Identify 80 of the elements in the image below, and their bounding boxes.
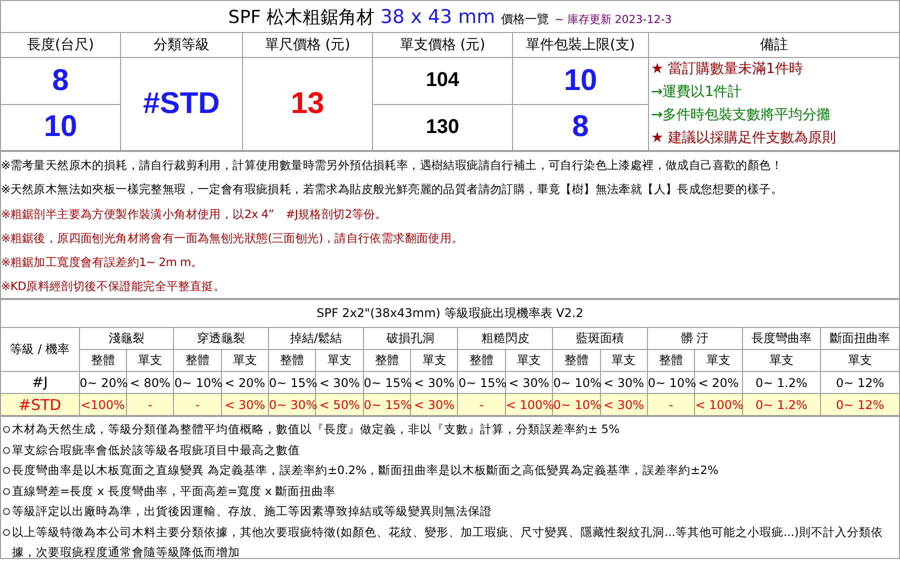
- defect-header: 髒 汙: [647, 328, 742, 350]
- sub-header: 整體: [363, 350, 411, 372]
- table-cell: 0~ 30%: [268, 394, 316, 416]
- table-cell: -: [174, 394, 222, 416]
- unit-price-cell: 13: [242, 58, 372, 150]
- table-cell: -: [458, 394, 506, 416]
- bullet-icon: [3, 508, 10, 515]
- sub-header: 整體: [174, 350, 222, 372]
- note-text: ※天然原木無法如夾板一樣完整無瑕，一定會有瑕疵損耗，若需求為貼皮般光鮮亮麗的品質者請勿訂購，畢竟【樹】無法牽就【人】長成您想要的樣子。: [1, 181, 784, 198]
- column-header: 備註: [648, 32, 900, 58]
- bullet-icon: [3, 488, 10, 494]
- defect-header: 淺龜裂: [79, 328, 174, 350]
- column-header: 長度(台尺): [0, 32, 120, 58]
- grade-cell: #STD: [120, 58, 242, 150]
- corner-header: 等級 / 機率: [0, 328, 80, 372]
- table-cell: 0~ 1.2%: [742, 394, 821, 416]
- column-header: 單支價格 (元): [372, 32, 512, 58]
- table-cell: 0~ 10%: [552, 394, 600, 416]
- defect-header: 掉結/鬆結: [268, 328, 364, 350]
- sub-header: 單支: [221, 350, 269, 372]
- footnote-text: 以上等級特徵為本公司木料主要分類依據，其他次要瑕疵特徵(如顏色、花紋、變形、加工瑕疵、尺寸變異、隱藏性裂紋孔洞...等其他可能之小瑕疵...)則不計入分類依據，次要瑕疵程度通常會隨等級降低而增加: [12, 524, 884, 561]
- footnote-text: 直線彎差=長度 x 長度彎曲率，平面高差=寬度 x 斷面扭曲率: [12, 482, 337, 500]
- note-text: ※粗鋸剖半主要為方便製作裝潢小角材使用，以2x 4” #J規格剖切2等份。: [1, 206, 388, 223]
- sub-header: 單支: [742, 350, 821, 372]
- column-header: 單尺價格 (元): [242, 32, 372, 58]
- column-header: 單件包裝上限(支): [512, 32, 648, 58]
- sub-header: 整體: [647, 350, 695, 372]
- remark-text: ★ 當訂購數量未滿1件時: [651, 60, 804, 79]
- bullet-icon: [3, 446, 10, 454]
- sub-header: 單支: [410, 350, 458, 372]
- table-cell: 0~ 12%: [820, 394, 900, 416]
- remark-text: →運費以1件計: [651, 83, 743, 102]
- table-cell: < 30%: [221, 394, 269, 416]
- remark-text: ★ 建議以採購足件支數為原則: [651, 129, 838, 148]
- footnote-text: 木材為天然生成，等級分類僅為整體平均值概略，數值以『長度』做定義，非以『支數』計算，分類誤差率約± 5%: [12, 421, 621, 438]
- length-cell: 10: [0, 104, 120, 150]
- sub-header: 單支: [316, 350, 364, 372]
- table-cell: -: [126, 394, 174, 416]
- pack-limit-cell: 10: [512, 58, 648, 104]
- table-cell: <100%: [79, 394, 126, 416]
- footnote-text: 單支綜合瑕疵率會低於該等級各瑕疵項目中最高之數值: [12, 442, 301, 458]
- table-cell: < 30%: [410, 394, 458, 416]
- sub-header: 單支: [600, 350, 648, 372]
- sub-header: 單支: [126, 350, 174, 372]
- sub-header: 單支: [820, 350, 900, 372]
- note-text: ※需考量天然原木的損耗，請自行裁剪利用，計算使用數量時需另外預估損耗率，遇樹結瑕疵請自行補土，可自行染色上漆處裡，做成自己喜歡的顏色！: [1, 157, 784, 174]
- sub-header: 單支: [505, 350, 553, 372]
- bullet-icon: [3, 528, 10, 536]
- price-table-title: SPF 松木粗鋸角材 38 x 43 mm 價格一覽 ~ 庫存更新 2023-12-3: [0, 0, 900, 32]
- length-cell: 8: [0, 58, 120, 104]
- note-text: ※粗鋸加工寬度會有誤差約1~ 2m m。: [1, 254, 204, 272]
- defect-header: 藍斑面積: [552, 328, 648, 350]
- column-header: 分類等級: [120, 32, 242, 58]
- piece-price-cell: 130: [372, 104, 512, 150]
- bullet-icon: [3, 426, 10, 433]
- defect-header: 斷面扭曲率: [820, 328, 900, 350]
- remark-text: →多件時包裝支數將平均分攤: [651, 106, 832, 125]
- table-cell: < 100%: [505, 394, 553, 416]
- grade-cell: #STD: [0, 394, 80, 416]
- bullet-icon: [3, 467, 10, 474]
- defect-header: 粗糙閃皮: [458, 328, 553, 350]
- sub-header: 整體: [79, 350, 126, 372]
- defect-header: 長度彎曲率: [742, 328, 821, 350]
- sub-header: 整體: [458, 350, 506, 372]
- footnote-text: 長度彎曲率是以木板寬面之直線變異 為定義基準，誤差率約±0.2%，斷面扭曲率是以木板斷面之高低變異為定義基準，誤差率約±2%: [12, 462, 720, 479]
- note-text: ※KD原料經剖切後不保證能完全平整直挺。: [1, 278, 226, 296]
- defect-header: 穿透龜裂: [174, 328, 269, 350]
- sub-header: 單支: [694, 350, 742, 372]
- table-cell: < 30%: [600, 394, 648, 416]
- note-text: ※粗鋸後，原四面刨光角材將會有一面為無刨光狀態(三面刨光)，請自行依需求翻面使用。: [1, 230, 464, 247]
- piece-price-cell: 104: [372, 58, 512, 104]
- table-cell: < 50%: [316, 394, 364, 416]
- table-cell: 0~ 15%: [363, 394, 411, 416]
- footnote-text: 等級評定以出廠時為準，出貨後因運輸、存放、施工等因素導致掉結或等級變異則無法保證: [12, 503, 493, 520]
- sub-header: 整體: [552, 350, 600, 372]
- sub-header: 整體: [268, 350, 316, 372]
- defect-table-title: SPF 2x2"(38x43mm) 等級瑕疵出現機率表 V2.2: [0, 300, 900, 328]
- table-cell: -: [647, 394, 695, 416]
- table-cell: < 100%: [694, 394, 742, 416]
- defect-header: 破損孔洞: [363, 328, 458, 350]
